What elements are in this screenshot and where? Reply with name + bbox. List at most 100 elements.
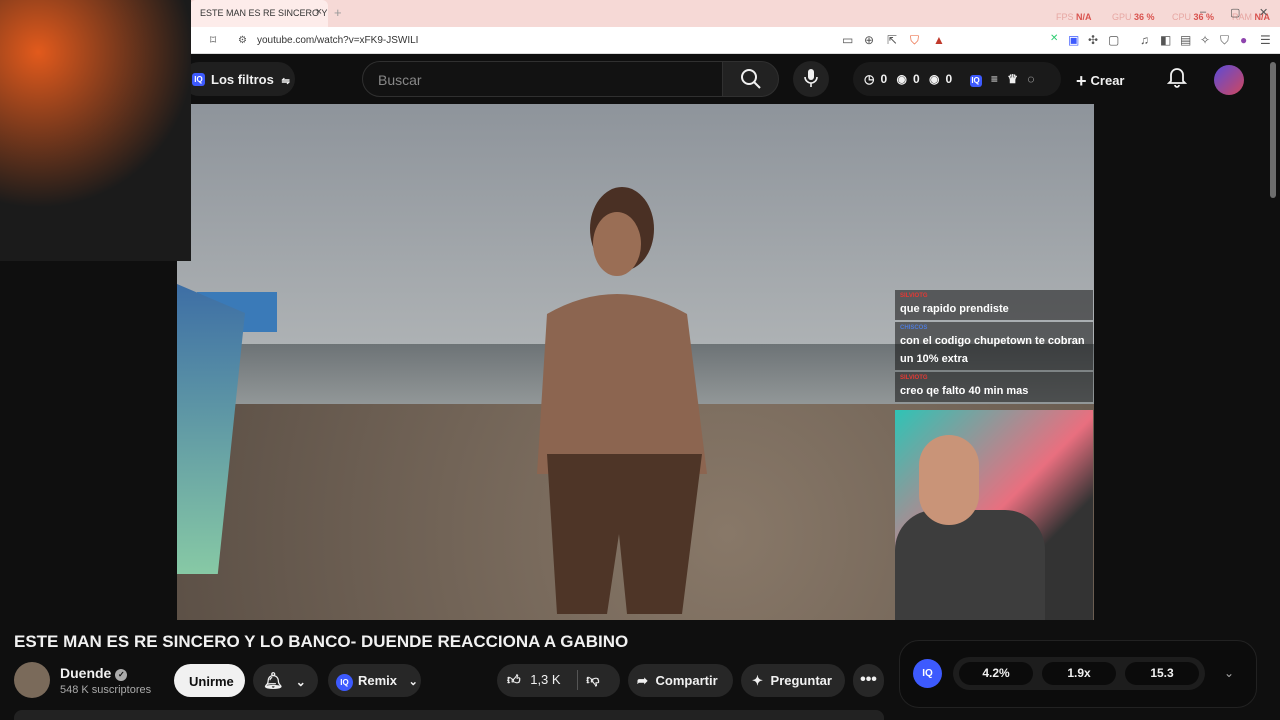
- plus-icon: +: [1076, 71, 1087, 91]
- scrollbar[interactable]: [1270, 62, 1276, 198]
- join-button[interactable]: Unirme: [174, 664, 245, 697]
- counter-2: 0: [913, 72, 920, 86]
- iq-logo-icon: IQ: [336, 674, 353, 691]
- thumbs-down-icon[interactable]: 👎︎: [586, 672, 599, 687]
- filters-label: Los filtros: [211, 72, 274, 87]
- microphone-icon: [804, 69, 818, 87]
- chat-username: SILVIOTG: [900, 375, 928, 381]
- tab-close-button[interactable]: ×: [316, 6, 322, 18]
- new-tab-button[interactable]: +: [334, 5, 342, 20]
- filters-button[interactable]: IQ Los filtros ⇋: [182, 62, 295, 96]
- menu-icon[interactable]: ☰: [1260, 33, 1271, 47]
- eye-icon: ◉: [896, 72, 907, 86]
- counter-3: 0: [945, 72, 953, 86]
- extension-icon[interactable]: ✕: [1050, 33, 1058, 44]
- create-button[interactable]: + Crear: [1076, 62, 1146, 96]
- account-avatar[interactable]: [1214, 65, 1244, 95]
- browser-tab[interactable]: ESTE MAN ES RE SINCERO Y ×: [190, 0, 328, 27]
- more-actions-button[interactable]: •••: [853, 664, 884, 697]
- extensions-icon[interactable]: ✣: [1088, 33, 1098, 47]
- search-icon: [740, 69, 761, 89]
- chevron-down-icon: ⌄: [295, 675, 306, 689]
- maximize-button[interactable]: ▢: [1230, 6, 1240, 19]
- top-left-webcam: [0, 0, 191, 261]
- like-count[interactable]: 1,3 K: [530, 672, 560, 687]
- chat-username: SILVIOTG: [900, 293, 928, 299]
- iq-logo-icon: IQ: [192, 73, 205, 86]
- media-icon[interactable]: ♫: [1140, 33, 1149, 47]
- cast-icon[interactable]: ▭: [842, 33, 853, 47]
- channel-name-text[interactable]: Duende: [60, 665, 111, 681]
- bell-icon: 🔔︎: [263, 673, 284, 690]
- trophy-icon[interactable]: ♛: [1007, 72, 1018, 86]
- description-box[interactable]: [14, 710, 884, 720]
- fps-stat: FPS N/A: [1056, 12, 1092, 22]
- subscription-bell-button[interactable]: 🔔︎ ⌄: [253, 664, 318, 697]
- thumbs-up-icon[interactable]: 👍︎: [507, 672, 521, 687]
- chevron-down-icon: ⌄: [408, 676, 418, 688]
- voice-search-button[interactable]: [793, 61, 829, 97]
- chevron-down-icon[interactable]: ⌄: [1224, 666, 1234, 680]
- counter-1: 0: [880, 72, 888, 86]
- iq-logo-icon[interactable]: IQ: [913, 659, 942, 688]
- sidebar-icon[interactable]: ◧: [1160, 33, 1171, 47]
- rewards-icon[interactable]: ▲: [933, 33, 945, 47]
- zoom-icon[interactable]: ⊕: [864, 33, 874, 47]
- bell-icon: [1166, 68, 1188, 88]
- close-window-button[interactable]: ✕: [1259, 6, 1268, 19]
- video-person: [537, 187, 707, 614]
- url-field[interactable]: youtube.com/watch?v=xFK9-JSWILI: [257, 35, 418, 46]
- sparkle-icon: ✦: [752, 673, 763, 688]
- iq-metrics: 4.2% 1.9x 15.3: [953, 657, 1205, 690]
- chat-message: SILVIOTG que rapido prendiste: [895, 290, 1093, 320]
- remix-button[interactable]: IQ Remix ⌄: [328, 664, 421, 697]
- chat-overlay: SILVIOTG que rapido prendiste CHISCOS co…: [895, 290, 1093, 410]
- leo-icon[interactable]: ✧: [1200, 33, 1210, 47]
- wallet-icon[interactable]: ▤: [1180, 33, 1191, 47]
- create-label: Crear: [1090, 73, 1125, 88]
- bookmark-icon[interactable]: ⌑: [210, 33, 216, 47]
- channel-avatar[interactable]: [14, 662, 50, 698]
- list-icon[interactable]: ≡: [991, 72, 998, 86]
- chat-text: con el codigo chupetown te cobran un 10%…: [900, 335, 1085, 365]
- subscriber-count: 548 K suscriptores: [60, 684, 152, 696]
- share-icon: ➦: [637, 673, 648, 688]
- streamer-webcam: [895, 410, 1093, 620]
- translate-icon[interactable]: ▣: [1068, 33, 1079, 47]
- chat-text: creo qe falto 40 min mas: [900, 385, 1029, 397]
- notifications-button[interactable]: [1166, 66, 1188, 94]
- profile-icon[interactable]: ●: [1240, 33, 1247, 47]
- share-page-icon[interactable]: ⇱: [887, 33, 897, 47]
- chat-username: CHISCOS: [900, 325, 928, 331]
- metric-score: 15.3: [1125, 662, 1199, 685]
- cpu-stat: CPU 36 %: [1172, 12, 1215, 22]
- chat-text: que rapido prendiste: [900, 303, 1009, 315]
- screenshot-icon[interactable]: ▢: [1108, 33, 1119, 47]
- metric-percent: 4.2%: [959, 662, 1033, 685]
- search-input[interactable]: Buscar: [362, 61, 724, 97]
- site-settings-icon[interactable]: ⚙: [238, 35, 247, 46]
- share-label: Compartir: [655, 673, 718, 688]
- streamer-body: [895, 510, 1045, 620]
- ask-label: Preguntar: [770, 673, 832, 688]
- sliders-icon: ⇋: [281, 76, 290, 87]
- search-button[interactable]: [722, 61, 779, 97]
- like-dislike-group[interactable]: 👍︎ 1,3 K 👎︎: [497, 664, 620, 697]
- brave-shield-icon[interactable]: ⛉: [910, 33, 919, 48]
- vpn-icon[interactable]: ⛉: [1220, 33, 1229, 48]
- share-button[interactable]: ➦ Compartir: [628, 664, 733, 697]
- streamer-face: [919, 435, 979, 525]
- clock-icon: ◷: [864, 72, 875, 86]
- iq-logo-icon: IQ: [969, 75, 982, 87]
- chat-icon[interactable]: ◌: [1027, 72, 1034, 86]
- remix-label: Remix: [358, 673, 398, 688]
- eye-icon: ◉: [929, 72, 940, 86]
- stats-counters[interactable]: ◷ 0 ◉ 0 ◉ 0 IQ ≡ ♛ ◌: [853, 62, 1061, 96]
- ask-button[interactable]: ✦ Preguntar: [741, 664, 845, 697]
- chat-message: CHISCOS con el codigo chupetown te cobra…: [895, 322, 1093, 370]
- video-title: ESTE MAN ES RE SINCERO Y LO BANCO- DUEND…: [14, 632, 629, 651]
- minimize-button[interactable]: –: [1200, 6, 1206, 18]
- tab-title: ESTE MAN ES RE SINCERO Y: [200, 8, 328, 18]
- gpu-stat: GPU 36 %: [1112, 12, 1155, 22]
- channel-name[interactable]: Duende ✓: [60, 665, 128, 681]
